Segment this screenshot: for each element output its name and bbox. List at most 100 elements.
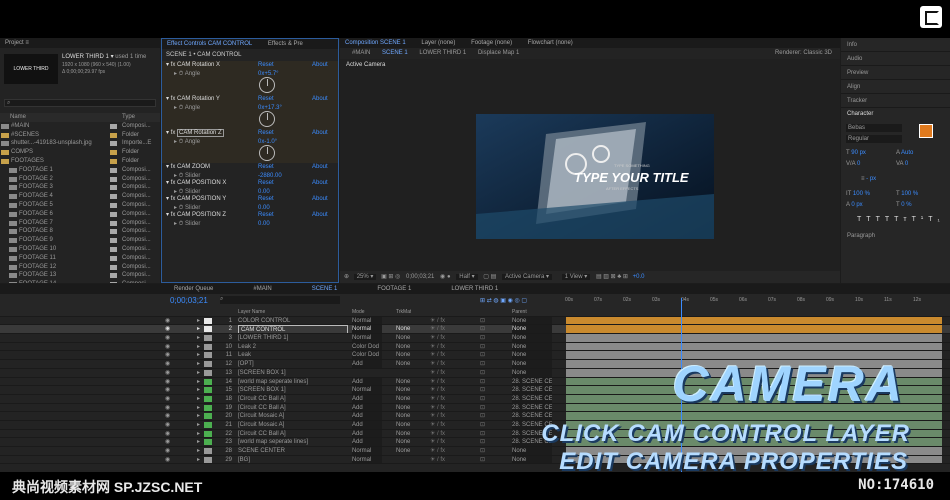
layer-name[interactable]: [SCREEN BOX 1] [238,369,348,377]
layer-mode-select[interactable]: Normal [352,334,382,342]
layer-parent-select[interactable]: None [512,342,552,351]
effect-about-button[interactable]: About [312,211,328,220]
crumb-main[interactable]: #MAIN [352,50,370,56]
col-type[interactable]: Type [122,113,135,122]
timeline-layer-row[interactable]: ◉ ▸ 3 [LOWER THIRD 1] Normal None ☀ / fx ⊡ None [0,334,950,343]
exposure-offset[interactable]: +0.0 [633,274,645,280]
layer-trkmat-select[interactable]: None [396,334,426,342]
property-value[interactable]: 0.00 [258,220,270,229]
tab-layer[interactable]: Layer (none) [421,38,455,48]
layer-trkmat-select[interactable]: None [396,421,426,429]
effect-name-row[interactable]: ▾ fx CAM Rotation Z Reset About [162,129,338,138]
effect-about-button[interactable]: About [312,95,328,104]
layer-3d-switch[interactable]: ⊡ [480,386,485,394]
region-icon[interactable]: ▢ ▤ [483,274,496,280]
angle-dial[interactable] [259,145,275,161]
magnify-icon[interactable]: ⊕ [344,274,349,280]
visibility-eye-icon[interactable]: ◉ [165,438,170,446]
layer-parent-select[interactable]: None [512,334,552,342]
visibility-eye-icon[interactable]: ◉ [165,343,170,351]
label-color[interactable] [110,220,117,226]
label-color[interactable] [110,255,117,261]
viewer-timecode[interactable]: 0;00;03;21 [406,274,434,280]
project-item[interactable]: FOOTAGE 14 Composi... [0,280,160,283]
layer-duration-bar[interactable] [566,334,942,342]
layer-label-color[interactable] [204,343,212,350]
layer-mode-select[interactable]: Color Dod [352,351,382,360]
layer-mode-select[interactable]: Add [352,412,382,420]
project-item[interactable]: FOOTAGE 1 Composi... [0,166,160,175]
layer-3d-switch[interactable]: ⊡ [480,369,485,377]
layer-mode-select[interactable]: Add [352,438,382,447]
expand-toggle-icon[interactable]: ▸ [197,325,200,333]
layer-trkmat-select[interactable]: None [396,378,426,386]
tracking-field[interactable]: VA 0 [896,161,908,167]
layer-label-color[interactable] [204,369,212,376]
effect-name-row[interactable]: ▾ fx CAM Rotation X Reset About [162,61,338,70]
expand-toggle-icon[interactable]: ▸ [197,447,200,455]
visibility-eye-icon[interactable]: ◉ [165,421,170,429]
expand-toggle-icon[interactable]: ▸ [197,386,200,394]
label-color[interactable] [110,202,117,208]
layer-switches[interactable]: ☀ / fx [430,369,445,377]
layer-switches[interactable]: ☀ / fx [430,430,445,438]
zoom-select[interactable]: 25% ▾ [353,274,377,280]
timeline-tab[interactable]: LOWER THIRD 1 [451,284,498,294]
project-item[interactable]: FOOTAGE 8 Composi... [0,227,160,236]
layer-parent-select[interactable]: 28. SCENE CE [512,377,552,386]
angle-dial[interactable] [259,111,275,127]
font-family-select[interactable]: Bebas [846,124,902,132]
label-color[interactable] [110,176,117,182]
layer-3d-switch[interactable]: ⊡ [480,395,485,403]
effect-about-button[interactable]: About [312,179,328,188]
tab-effect-controls[interactable]: Effect Controls CAM CONTROL [167,39,252,49]
layer-parent-select[interactable]: 28. SCENE CE [512,403,552,412]
layer-3d-switch[interactable]: ⊡ [480,430,485,438]
layer-label-color[interactable] [204,404,212,411]
project-item[interactable]: FOOTAGE 4 Composi... [0,192,160,201]
expand-toggle-icon[interactable]: ▸ [197,378,200,386]
project-item[interactable]: FOOTAGE 6 Composi... [0,210,160,219]
layer-label-color[interactable] [204,335,212,342]
effect-about-button[interactable]: About [312,61,328,70]
layer-label-color[interactable] [204,326,212,333]
timeline-tab[interactable]: FOOTAGE 1 [377,284,411,294]
effect-name-row[interactable]: ▾ fx CAM POSITION X Reset About [162,179,338,188]
col-layer-name[interactable]: Layer Name [238,308,265,316]
effect-name-row[interactable]: ▾ fx CAM POSITION Y Reset About [162,195,338,204]
layer-switches[interactable]: ☀ / fx [430,343,445,351]
layer-3d-switch[interactable]: ⊡ [480,412,485,420]
project-item[interactable]: FOOTAGE 3 Composi... [0,183,160,192]
layer-label-color[interactable] [204,317,212,324]
layer-3d-switch[interactable]: ⊡ [480,343,485,351]
layer-3d-switch[interactable]: ⊡ [480,325,485,333]
layer-switches[interactable]: ☀ / fx [430,360,445,368]
layer-trkmat-select[interactable]: None [396,412,426,420]
visibility-eye-icon[interactable]: ◉ [165,412,170,420]
timeline-switch-icons[interactable]: ⊞ ⇄ ◍ ▣ ◉ ◎ ▢ [480,297,527,304]
expand-toggle-icon[interactable]: ▸ [197,369,200,377]
effect-name-row[interactable]: ▾ fx CAM ZOOM Reset About [162,163,338,172]
layer-name[interactable]: [world map seperate lines] [238,438,348,446]
fit-icon[interactable]: ▣ ⊞ ◎ [381,274,400,280]
visibility-eye-icon[interactable]: ◉ [165,317,170,325]
col-trkmat[interactable]: TrkMat [396,308,411,316]
visibility-eye-icon[interactable]: ◉ [165,404,170,412]
layer-name[interactable]: COLOR CONTROL [238,317,348,325]
layer-name[interactable]: [Circuit Mosaic A] [238,412,348,420]
layer-parent-select[interactable]: 28. SCENE CE [512,386,552,394]
layer-mode-select[interactable]: Add [352,420,382,429]
project-item[interactable]: FOOTAGE 7 Composi... [0,219,160,228]
layer-label-color[interactable] [204,456,212,463]
tsume-field[interactable]: T 0 % [896,202,912,208]
label-color[interactable] [110,264,117,270]
leading-field[interactable]: A Auto [896,150,913,156]
project-item[interactable]: FOOTAGE 9 Composi... [0,236,160,245]
layer-switches[interactable]: ☀ / fx [430,404,445,412]
layer-parent-select[interactable]: None [512,325,552,334]
layer-duration-bar[interactable] [566,316,942,325]
layer-name[interactable]: [Circuit CC Ball A] [238,395,348,403]
layer-3d-switch[interactable]: ⊡ [480,317,485,325]
layer-label-color[interactable] [204,413,212,420]
layer-mode-select[interactable]: Add [352,403,382,412]
